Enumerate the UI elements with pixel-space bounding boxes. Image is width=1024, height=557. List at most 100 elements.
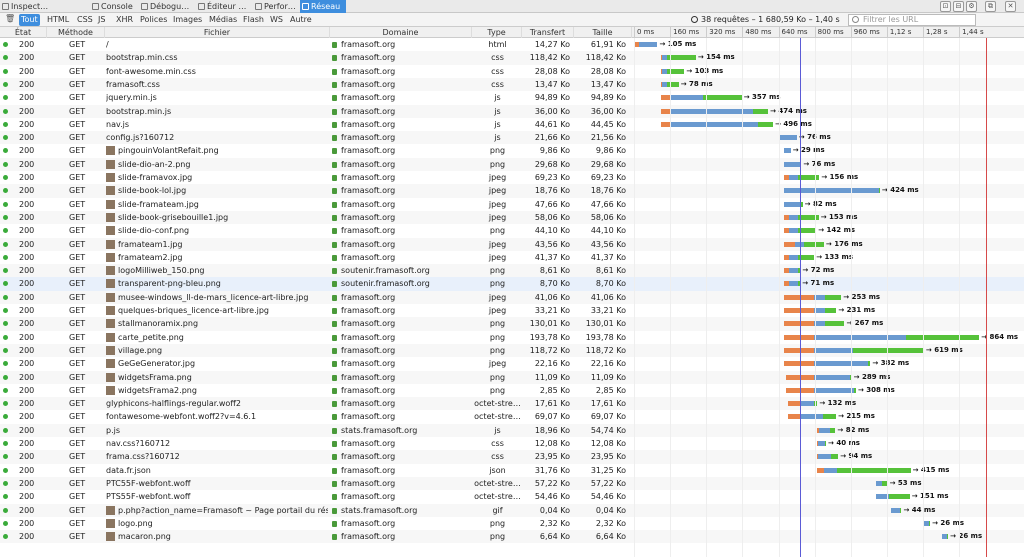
table-row[interactable]: 200 GET p.php?action_name=Framasoft ~ Page… [0, 503, 1024, 517]
domain-name: stats.framasoft.org [341, 425, 418, 435]
table-row[interactable]: 200 GET frama.css?160712 framasoft.org css 23… [0, 450, 1024, 464]
col-method[interactable]: Méthode [47, 27, 105, 38]
tab-débogu[interactable]: Débogu… [139, 0, 193, 13]
table-row[interactable]: 200 GET slide-book-lol.jpg framasoft.org jpe… [0, 184, 1024, 198]
table-row[interactable]: 200 GET PTS55F-webfont.woff framasoft.org oc… [0, 490, 1024, 503]
lock-icon [332, 108, 337, 115]
table-row[interactable]: 200 GET PTC55F-webfont.woff framasoft.org oc… [0, 476, 1024, 491]
timing-label: → 72 ms [802, 266, 835, 275]
filter-polices[interactable]: Polices [138, 14, 169, 26]
filter-tout[interactable]: Tout [19, 14, 40, 26]
timeline-tick: 1,28 s [923, 27, 947, 38]
table-row[interactable]: 200 GET framateam1.jpg framasoft.org jpeg 43,… [0, 237, 1024, 251]
table-row[interactable]: 200 GET font-awesome.min.css framasoft.org c… [0, 65, 1024, 78]
table-row[interactable]: 200 GET p.js stats.framasoft.org js 18,96 Ko 5… [0, 423, 1024, 437]
filter-js[interactable]: JS [96, 14, 107, 26]
image-thumbnail [106, 372, 115, 382]
table-row[interactable]: 200 GET widgetsFrama.png framasoft.org png 11… [0, 370, 1024, 384]
filter-xhr[interactable]: XHR [114, 14, 135, 26]
table-row[interactable]: 200 GET nav.css?160712 framasoft.org css 12,0… [0, 437, 1024, 450]
tab-perfor[interactable]: Perfor… [253, 0, 298, 13]
tab-inspect[interactable]: Inspect… [0, 0, 68, 13]
tab-label: Inspect… [11, 2, 49, 11]
table-row[interactable]: 200 GET slide-dio-conf.png framasoft.org png… [0, 224, 1024, 237]
settings-icon[interactable]: ⚙ [966, 1, 977, 12]
table-row[interactable]: 200 GET bootstrap.min.css framasoft.org css 1… [0, 51, 1024, 65]
tab-console[interactable]: Console [90, 0, 135, 13]
split-console-icon[interactable]: ⊡ [940, 1, 951, 12]
table-row[interactable]: 200 GET jquery.min.js framasoft.org js 94,89 … [0, 91, 1024, 104]
method: GET [69, 53, 86, 63]
table-row[interactable]: 200 GET carte_petite.png framasoft.org png 19… [0, 331, 1024, 344]
filter-flash[interactable]: Flash [241, 14, 266, 26]
url-filter-input[interactable]: Filtrer les URL [848, 14, 976, 26]
table-row[interactable]: 200 GET slide-framavox.jpg framasoft.org jpe… [0, 171, 1024, 184]
image-thumbnail [106, 306, 115, 315]
filter-ws[interactable]: WS [268, 14, 285, 26]
trash-icon[interactable]: 🗑 [5, 14, 15, 23]
waterfall: → 26 ms [634, 517, 1022, 530]
status-ok-icon [3, 281, 8, 287]
domain-cell: soutenir.framasoft.org [332, 277, 472, 290]
filter-médias[interactable]: Médias [207, 14, 239, 26]
filter-images[interactable]: Images [171, 14, 204, 26]
col-file[interactable]: Fichier [105, 27, 330, 38]
table-row[interactable]: 200 GET logoMilliweb_150.png soutenir.frama… [0, 264, 1024, 278]
timeline-tick: 800 ms [814, 27, 844, 38]
file-name: framateam2.jpg [118, 252, 183, 262]
filter-autre[interactable]: Autre [288, 14, 314, 26]
table-row[interactable]: 200 GET glyphicons-halflings-regular.woff2… [0, 397, 1024, 411]
table-row[interactable]: 200 GET slide-book-grisebouille1.jpg framas… [0, 210, 1024, 225]
filter-html[interactable]: HTML [45, 14, 71, 26]
responsive-icon[interactable]: ⊟ [953, 1, 964, 12]
table-row[interactable]: 200 GET fontawesome-webfont.woff2?v=4.6.1 f… [0, 410, 1024, 423]
timing-blue-segment [813, 374, 850, 380]
table-row[interactable]: 200 GET framateam2.jpg framasoft.org jpeg 41,… [0, 251, 1024, 264]
table-row[interactable]: 200 GET logo.png framasoft.org png 2,32 Ko 2,3… [0, 517, 1024, 530]
table-row[interactable]: 200 GET nav.js framasoft.org js 44,61 Ko 44,45… [0, 118, 1024, 131]
filter-css[interactable]: CSS [75, 14, 95, 26]
col-domain[interactable]: Domaine [330, 27, 472, 38]
table-row[interactable]: 200 GET quelques-briques_licence-art-libre… [0, 304, 1024, 317]
table-row[interactable]: 200 GET musee-windows_ll-de-mars_licence-a… [0, 290, 1024, 304]
image-thumbnail [106, 252, 115, 262]
size: 0,04 Ko [595, 505, 626, 515]
col-transfer[interactable]: Transfert [522, 27, 574, 38]
table-row[interactable]: 200 GET slide-framateam.jpg framasoft.org jp… [0, 198, 1024, 211]
col-size[interactable]: Taille [574, 27, 632, 38]
table-row[interactable]: 200 GET slide-dio-an-2.png framasoft.org png… [0, 157, 1024, 171]
timing-green-segment [824, 321, 845, 327]
timeline-gridline [706, 38, 708, 557]
table-row[interactable]: 200 GET transparent-png-bleu.png soutenir.f… [0, 277, 1024, 291]
status-ok-icon [3, 241, 8, 247]
table-row[interactable]: 200 GET data.fr.json framasoft.org json 31,76… [0, 464, 1024, 477]
status-code: 200 [19, 478, 35, 488]
table-row[interactable]: 200 GET village.png framasoft.org png 118,72 … [0, 343, 1024, 358]
domain-name: framasoft.org [341, 173, 396, 182]
table-row[interactable]: 200 GET framasoft.css framasoft.org css 13,47… [0, 77, 1024, 92]
timing-label: → 82 ms [837, 425, 870, 434]
col-type[interactable]: Type [472, 27, 522, 38]
table-row[interactable]: 200 GET config.js?160712 framasoft.org js 21,… [0, 131, 1024, 145]
file-name: PTC55F-webfont.woff [106, 478, 191, 488]
type: jpeg [488, 252, 507, 262]
type: png [489, 532, 506, 542]
transfer-size: 57,22 Ko [534, 478, 570, 488]
table-row[interactable]: 200 GET GeGeGenerator.jpg framasoft.org jpeg… [0, 357, 1024, 370]
close-icon[interactable]: ✕ [1005, 1, 1016, 12]
type: jpeg [488, 359, 507, 369]
tab-éditeur[interactable]: Éditeur … [196, 0, 251, 13]
table-row[interactable]: 200 GET macaron.png framasoft.org png 6,64 Ko… [0, 530, 1024, 544]
col-status[interactable]: État [0, 27, 47, 38]
table-row[interactable]: 200 GET stallmanoramix.png framasoft.org png… [0, 317, 1024, 331]
panel-icon [302, 3, 309, 10]
undock-icon[interactable]: ⧉ [985, 1, 996, 12]
timing-label: → 156 ms [821, 173, 859, 181]
tab-réseau[interactable]: Réseau [300, 0, 346, 13]
table-row[interactable]: 200 GET / framasoft.org html 14,27 Ko 61,91 Ko… [0, 38, 1024, 51]
file-name: pingouinVolantRefait.png [118, 146, 219, 156]
table-row[interactable]: 200 GET bootstrap.min.js framasoft.org js 36,… [0, 104, 1024, 118]
table-row[interactable]: 200 GET pingouinVolantRefait.png framasoft.… [0, 144, 1024, 157]
table-row[interactable]: 200 GET widgetsFrama2.png framasoft.org png 2… [0, 384, 1024, 397]
timing-blue-segment [784, 201, 802, 207]
